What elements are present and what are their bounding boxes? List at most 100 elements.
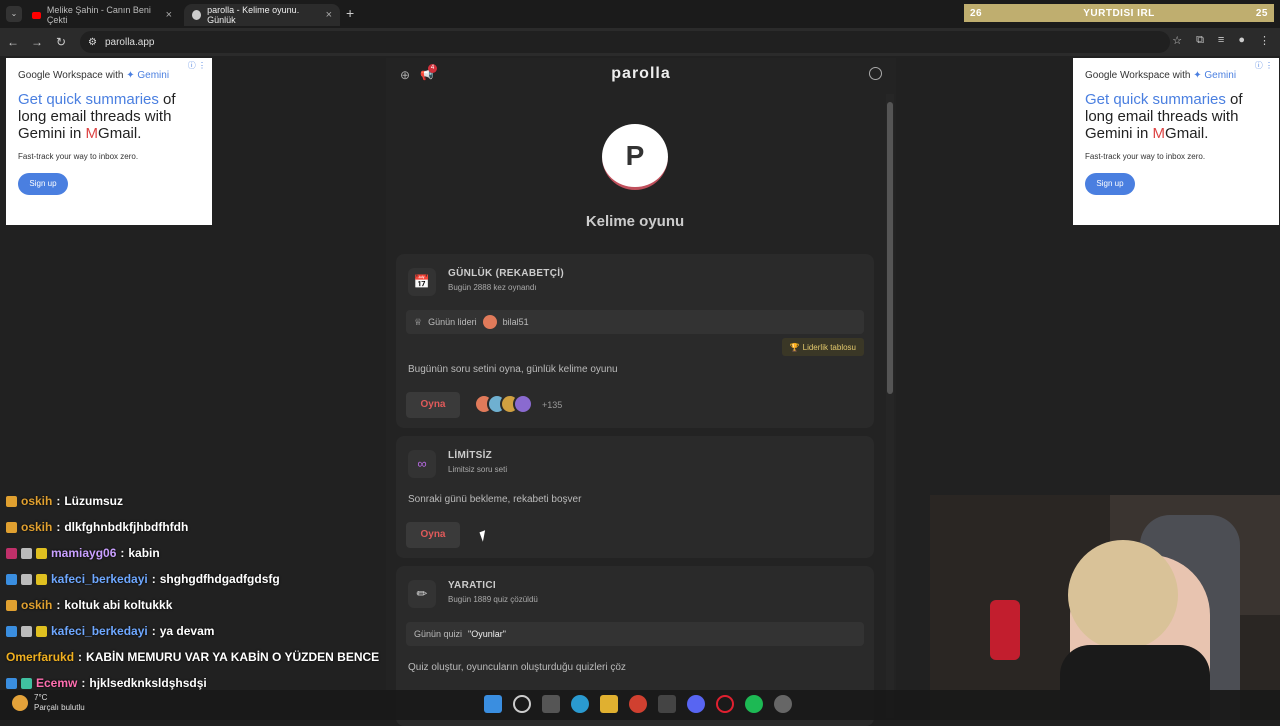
spotify-icon[interactable] bbox=[745, 695, 763, 713]
leaderboard-button[interactable]: 🏆 Liderlik tablosu bbox=[781, 338, 864, 356]
infinity-icon: ∞ bbox=[408, 450, 436, 478]
chat-username: oskih bbox=[21, 520, 53, 534]
ad-brand: Google Workspace with ✦ Gemini bbox=[18, 70, 170, 81]
back-icon[interactable]: ← bbox=[2, 35, 24, 49]
chat-message: kafeci_berkedayi: shghgdfhdgadfgdsfg bbox=[0, 566, 430, 592]
ad-subtext: Fast-track your way to inbox zero. bbox=[18, 152, 139, 161]
page-title: Kelime oyunu bbox=[585, 213, 685, 230]
chat-username: mamiayg06 bbox=[51, 546, 117, 560]
card-title: LİMİTSİZ bbox=[448, 450, 493, 461]
chat-text: koltuk abi koltukkk bbox=[64, 598, 173, 612]
app-header: ⊕ 📢 4 parolla bbox=[386, 58, 896, 90]
ad-info-icon[interactable]: ⓘ ⋮ bbox=[1255, 60, 1273, 71]
forward-icon[interactable]: → bbox=[26, 35, 48, 49]
weather-icon bbox=[12, 695, 28, 711]
search-icon[interactable] bbox=[513, 695, 531, 713]
close-tab-icon[interactable]: × bbox=[326, 9, 332, 21]
bookmark-star-icon[interactable]: ☆ bbox=[1172, 34, 1182, 47]
profile-icon[interactable]: ● bbox=[1238, 34, 1245, 47]
chrome-icon[interactable] bbox=[629, 695, 647, 713]
daily-play-button[interactable]: Oyna bbox=[406, 392, 460, 418]
tab-parolla[interactable]: parolla - Kelime oyunu. Günlük × bbox=[184, 4, 340, 26]
chat-badge-icon bbox=[36, 573, 47, 585]
chat-separator: : bbox=[151, 572, 156, 586]
chat-username: oskih bbox=[21, 494, 53, 508]
chat-separator: : bbox=[151, 624, 156, 638]
chat-separator: : bbox=[56, 494, 61, 508]
user-account-icon[interactable] bbox=[869, 67, 882, 80]
trophy-icon: 🏆 bbox=[789, 342, 800, 352]
weather-temp: 7°C bbox=[34, 693, 48, 702]
language-globe-icon[interactable]: ⊕ bbox=[400, 68, 410, 82]
ad-brand: Google Workspace with ✦ Gemini bbox=[1085, 70, 1237, 81]
overlay-left-value: 26 bbox=[970, 7, 983, 19]
chat-message: Omerfarukd: KABİN MEMURU VAR YA KABİN O Y… bbox=[0, 644, 430, 670]
new-tab-button[interactable]: + bbox=[346, 5, 354, 21]
chat-text: KABİN MEMURU VAR YA KABİN O YÜZDEN BENCE bbox=[86, 650, 380, 664]
leader-label: Günün lideri bbox=[428, 317, 477, 327]
ad-subtext: Fast-track your way to inbox zero. bbox=[1085, 152, 1206, 161]
ad-signup-button[interactable]: Sign up bbox=[18, 173, 68, 195]
address-bar-row: ← → ↻ ⚙ parolla.app ☆ ⧉ ≡ ● ⋮ bbox=[0, 28, 1280, 56]
chat-username: Ecemw bbox=[36, 676, 78, 690]
weather-widget[interactable]: 7°C Parçalı bulutlu bbox=[12, 693, 85, 713]
app-icon[interactable] bbox=[774, 695, 792, 713]
chat-text: shghgdfhdgadfgdsfg bbox=[159, 572, 280, 586]
chat-message: oskih: dlkfghnbdkfjhbdfhfdh bbox=[0, 514, 430, 540]
daily-game-card: 📅 GÜNLÜK (REKABETÇİ) Bugün 2888 kez oyna… bbox=[396, 254, 874, 428]
chat-badge-icon bbox=[6, 573, 17, 585]
chat-text: hjklsedknksldşhsdşi bbox=[89, 676, 207, 690]
chat-separator: : bbox=[78, 650, 83, 664]
ad-signup-button[interactable]: Sign up bbox=[1085, 173, 1135, 195]
chat-badge-icon bbox=[21, 625, 32, 637]
site-info-icon[interactable]: ⚙ bbox=[88, 37, 97, 48]
tab-youtube[interactable]: Melike Şahin - Canın Beni Çekti × bbox=[24, 4, 180, 26]
close-tab-icon[interactable]: × bbox=[166, 9, 172, 21]
reading-list-icon[interactable]: ≡ bbox=[1218, 34, 1224, 47]
windows-start-icon[interactable] bbox=[484, 695, 502, 713]
browser-window: ⌄ Melike Şahin - Canın Beni Çekti × paro… bbox=[0, 0, 1280, 726]
player-avatar bbox=[513, 394, 533, 414]
chat-badge-icon bbox=[21, 677, 32, 689]
parolla-app: ⊕ 📢 4 parolla P Kelime oyunu 📅 GÜNLÜK (R… bbox=[386, 58, 896, 726]
reload-icon[interactable]: ↻ bbox=[50, 35, 72, 49]
logo-avatar: P bbox=[602, 124, 668, 190]
menu-icon[interactable]: ⋮ bbox=[1259, 34, 1270, 47]
url-field[interactable]: ⚙ parolla.app bbox=[80, 31, 1170, 53]
tab-search-icon[interactable]: ⌄ bbox=[6, 6, 22, 22]
chat-text: kabin bbox=[128, 546, 160, 560]
ad-banner-left[interactable]: ⓘ ⋮ Google Workspace with ✦ Gemini Get q… bbox=[6, 58, 212, 225]
app-logo[interactable]: parolla bbox=[611, 65, 670, 83]
chat-separator: : bbox=[81, 676, 86, 690]
quiz-of-day-strip[interactable]: Günün quizi "Oyunlar" bbox=[406, 622, 864, 646]
chat-badge-icon bbox=[21, 573, 32, 585]
extensions-icon[interactable]: ⧉ bbox=[1196, 34, 1204, 47]
ad-info-icon[interactable]: ⓘ ⋮ bbox=[188, 60, 206, 71]
chat-badge-icon bbox=[6, 625, 17, 637]
task-view-icon[interactable] bbox=[542, 695, 560, 713]
x-app-icon[interactable] bbox=[658, 695, 676, 713]
overlay-title: YURTDISI IRL bbox=[1083, 7, 1155, 19]
webcam-microphone bbox=[990, 600, 1020, 660]
windows-taskbar: 7°C Parçalı bulutlu bbox=[0, 690, 1280, 720]
weather-desc: Parçalı bulutlu bbox=[34, 703, 85, 712]
edge-icon[interactable] bbox=[571, 695, 589, 713]
chat-text: dlkfghnbdkfjhbdfhfdh bbox=[64, 520, 189, 534]
chat-badge-icon bbox=[21, 547, 32, 559]
file-explorer-icon[interactable] bbox=[600, 695, 618, 713]
opera-icon[interactable] bbox=[716, 695, 734, 713]
scrollbar-thumb[interactable] bbox=[887, 102, 893, 394]
card-description: Quiz oluştur, oyuncuların oluşturduğu qu… bbox=[408, 662, 626, 673]
webcam-hair bbox=[1068, 540, 1178, 650]
ad-headline: Get quick summaries of long email thread… bbox=[18, 91, 176, 142]
discord-icon[interactable] bbox=[687, 695, 705, 713]
unlimited-game-card: ∞ LİMİTSİZ Limitsiz soru seti Sonraki gü… bbox=[396, 436, 874, 558]
ad-banner-right[interactable]: ⓘ ⋮ Google Workspace with ✦ Gemini Get q… bbox=[1073, 58, 1279, 225]
scrollbar[interactable] bbox=[886, 94, 894, 718]
ad-headline: Get quick summaries of long email thread… bbox=[1085, 91, 1243, 142]
chat-username: kafeci_berkedayi bbox=[51, 572, 148, 586]
chat-message: oskih: koltuk abi koltukkk bbox=[0, 592, 430, 618]
card-description: Bugünün soru setini oyna, günlük kelime … bbox=[408, 364, 618, 375]
overlay-right-value: 25 bbox=[1255, 7, 1268, 19]
youtube-icon bbox=[32, 11, 41, 19]
